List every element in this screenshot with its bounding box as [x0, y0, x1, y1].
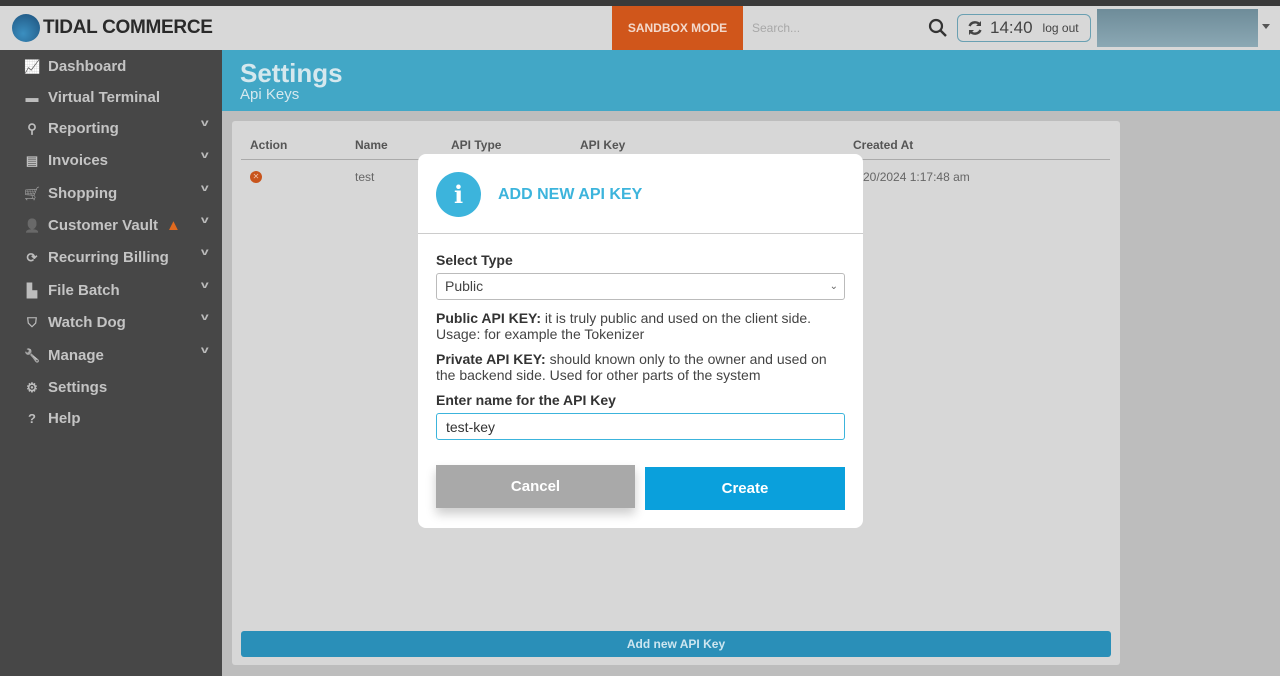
sidebar-item-settings[interactable]: ⚙ Settings — [24, 379, 214, 396]
receipt-icon: ▤ — [25, 152, 39, 168]
row-created-at: 9/20/2024 1:17:48 am — [853, 170, 970, 184]
page-subtitle: Api Keys — [240, 86, 300, 103]
sidebar-item-label: Help — [48, 410, 81, 427]
search-icon[interactable] — [928, 18, 948, 38]
sidebar-item-label: Watch Dog — [48, 314, 126, 331]
shield-icon: ⛉ — [27, 314, 37, 330]
name-label: Enter name for the API Key — [436, 392, 616, 408]
search-icon: ⚲ — [27, 120, 37, 136]
sidebar-item-label: Customer Vault — [48, 217, 159, 234]
sidebar-item-label: Invoices — [48, 152, 109, 169]
chevron-down-icon[interactable]: v — [201, 215, 209, 226]
refresh-icon: ⟳ — [26, 249, 38, 265]
page-title: Settings — [240, 58, 343, 88]
delete-icon[interactable]: ✕ — [250, 171, 262, 183]
chevron-down-icon: ⌄ — [829, 281, 838, 292]
private-key-description: Private API KEY: should known only to th… — [436, 351, 846, 383]
column-header-api-key: API Key — [580, 138, 626, 152]
sidebar-item-dashboard[interactable]: 📈 Dashboard — [24, 58, 214, 75]
cart-icon: 🛒 — [24, 185, 41, 201]
sidebar-item-label: Recurring Billing — [48, 249, 169, 266]
sidebar-item-watch-dog[interactable]: ⛉ Watch Dog v — [24, 312, 214, 331]
sidebar-item-label: Virtual Terminal — [48, 89, 160, 106]
chevron-down-icon[interactable]: v — [201, 247, 209, 258]
sidebar-item-recurring-billing[interactable]: ⟳ Recurring Billing v — [24, 247, 214, 266]
logo-wave-icon — [12, 14, 40, 42]
sidebar-item-file-batch[interactable]: ▙ File Batch v — [24, 280, 214, 299]
sidebar-item-reporting[interactable]: ⚲ Reporting v — [24, 118, 214, 137]
info-icon: i — [436, 172, 481, 217]
timer-value: 14:40 — [990, 18, 1033, 37]
api-type-select[interactable]: Public ⌄ — [436, 273, 845, 300]
sidebar-item-invoices[interactable]: ▤ Invoices v — [24, 150, 214, 169]
add-api-key-button[interactable]: Add new API Key — [241, 631, 1111, 657]
select-value: Public — [445, 278, 484, 294]
sidebar-item-label: Shopping — [48, 185, 118, 202]
row-name: test — [355, 170, 375, 184]
modal-title: ADD NEW API KEY — [498, 186, 643, 203]
chevron-down-icon[interactable]: v — [201, 183, 209, 194]
column-header-created-at: Created At — [853, 138, 914, 152]
sidebar-item-virtual-terminal[interactable]: ▬ Virtual Terminal — [24, 89, 214, 106]
add-api-key-modal: i ADD NEW API KEY Select Type Public ⌄ Pu… — [418, 154, 863, 528]
question-icon: ? — [28, 411, 36, 426]
modal-header: i ADD NEW API KEY — [418, 154, 863, 234]
user-gear-icon: 👤 — [24, 217, 41, 233]
chevron-down-icon[interactable]: v — [201, 280, 209, 291]
sidebar-item-shopping[interactable]: 🛒 Shopping v — [24, 183, 214, 202]
warning-icon: ▲ — [166, 217, 181, 234]
chevron-down-icon[interactable] — [1262, 24, 1270, 29]
chevron-down-icon[interactable]: v — [201, 150, 209, 161]
column-header-api-type: API Type — [451, 138, 502, 152]
cancel-button[interactable]: Cancel — [436, 465, 635, 508]
user-menu[interactable] — [1097, 9, 1258, 47]
select-type-label: Select Type — [436, 252, 513, 268]
topbar: TIDAL COMMERCE SANDBOX MODE 14:40 log ou… — [0, 6, 1280, 50]
sidebar-item-label: Manage — [48, 347, 104, 364]
brand-name: TIDAL COMMERCE — [43, 17, 213, 38]
column-header-action: Action — [250, 138, 288, 152]
column-header-name: Name — [355, 138, 388, 152]
refresh-icon[interactable] — [966, 19, 984, 37]
sidebar-item-help[interactable]: ? Help — [24, 410, 214, 427]
chevron-down-icon[interactable]: v — [201, 118, 209, 129]
sidebar-item-manage[interactable]: 🔧 Manage v — [24, 345, 214, 364]
chevron-down-icon[interactable]: v — [201, 312, 209, 323]
logout-link[interactable]: log out — [1043, 21, 1079, 35]
sidebar: 📈 Dashboard ▬ Virtual Terminal ⚲ Reporting v ▤ I… — [0, 50, 222, 676]
sidebar-item-label: File Batch — [48, 282, 120, 299]
sidebar-item-label: Dashboard — [48, 58, 127, 75]
chevron-down-icon[interactable]: v — [201, 345, 209, 356]
wrench-icon: 🔧 — [24, 347, 41, 363]
credit-card-icon: ▬ — [25, 90, 39, 105]
sandbox-mode-badge[interactable]: SANDBOX MODE — [612, 6, 743, 50]
public-term: Public API KEY: — [436, 310, 542, 326]
gear-icon: ⚙ — [26, 379, 38, 395]
public-key-description: Public API KEY: it is truly public and u… — [436, 310, 846, 342]
sidebar-item-label: Reporting — [48, 120, 119, 137]
chart-line-icon: 📈 — [24, 58, 41, 74]
sidebar-item-label: Settings — [48, 379, 108, 396]
create-button[interactable]: Create — [645, 467, 845, 510]
sidebar-item-customer-vault[interactable]: 👤 Customer Vault ▲ v — [24, 215, 214, 234]
logo[interactable]: TIDAL COMMERCE — [12, 14, 213, 42]
csv-file-icon: ▙ — [27, 282, 37, 298]
api-key-name-input[interactable] — [436, 413, 845, 440]
page-header: Settings Api Keys — [222, 50, 1280, 111]
private-term: Private API KEY: — [436, 351, 546, 367]
search-input[interactable] — [743, 6, 923, 50]
session-timer[interactable]: 14:40 log out — [957, 14, 1091, 42]
